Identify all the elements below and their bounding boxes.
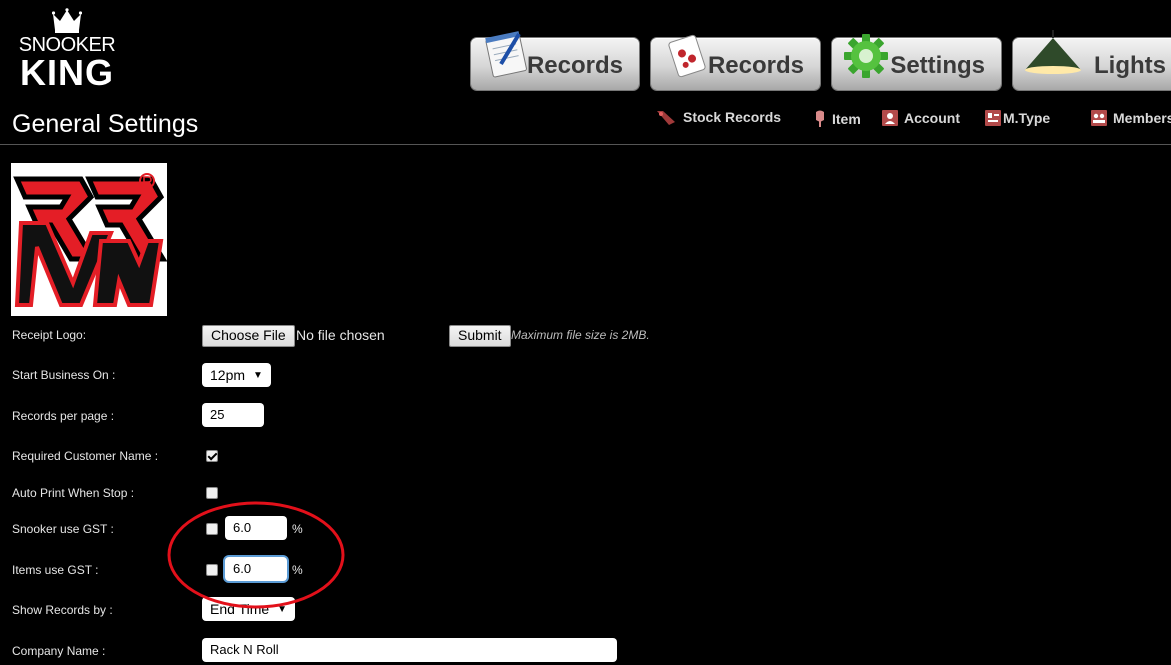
- subnav-members[interactable]: Members: [1091, 110, 1171, 126]
- subnav-label: Item: [832, 111, 861, 127]
- records-per-page-input[interactable]: 25: [202, 403, 264, 427]
- chevron-down-icon: ▼: [253, 369, 263, 381]
- subnav-label: Stock Records: [683, 109, 782, 125]
- cards-icon: [668, 34, 706, 78]
- required-customer-label: Required Customer Name :: [12, 449, 159, 463]
- subnav-item[interactable]: Item: [814, 110, 861, 128]
- brand-logo: SNOOKER KING: [14, 8, 120, 93]
- tab-label: Lights: [1094, 52, 1166, 79]
- subnav-mtype[interactable]: M.Type: [985, 110, 1050, 126]
- subnav-label: Members: [1113, 110, 1171, 126]
- account-icon: [882, 110, 898, 126]
- auto-print-checkbox[interactable]: [206, 487, 218, 499]
- tab-label: Settings: [890, 52, 985, 79]
- file-size-hint: Maximum file size is 2MB.: [511, 328, 650, 342]
- tab-label: Records: [526, 52, 623, 79]
- brand-line2: KING: [20, 52, 114, 93]
- gear-icon: [844, 34, 888, 78]
- tab-records[interactable]: Records: [471, 31, 639, 90]
- show-records-label: Show Records by :: [12, 603, 113, 617]
- annotation-ellipse: [167, 501, 345, 609]
- subnav-label: M.Type: [1003, 110, 1051, 126]
- choose-file-button[interactable]: Choose File: [202, 325, 295, 347]
- tab-records-2[interactable]: Records: [651, 34, 820, 90]
- records-per-page-label: Records per page :: [12, 409, 115, 423]
- no-file-text: No file chosen: [296, 327, 385, 343]
- start-business-select[interactable]: 12pm ▼: [202, 363, 271, 387]
- title-divider: [0, 144, 1171, 145]
- card-icon: [985, 110, 1001, 126]
- company-name-label: Company Name :: [12, 644, 106, 658]
- snooker-gst-label: Snooker use GST :: [12, 522, 114, 536]
- tab-settings[interactable]: Settings: [832, 34, 1001, 90]
- required-customer-checkbox[interactable]: [206, 450, 218, 462]
- auto-print-label: Auto Print When Stop :: [12, 486, 135, 500]
- subnav-account[interactable]: Account: [882, 110, 960, 126]
- tab-lights[interactable]: Lights: [1013, 30, 1171, 90]
- page-title: General Settings: [12, 110, 199, 138]
- members-icon: [1091, 110, 1107, 126]
- tab-label: Records: [707, 52, 804, 79]
- stock-icon: [657, 111, 675, 125]
- company-name-input[interactable]: Rack N Roll: [202, 638, 617, 662]
- submit-button[interactable]: Submit: [449, 325, 511, 347]
- receipt-logo-label: Receipt Logo:: [12, 328, 87, 342]
- select-value: 12pm: [210, 367, 246, 383]
- subnav-label: Account: [904, 110, 960, 126]
- receipt-logo-image: [11, 163, 168, 316]
- pin-icon: [816, 110, 824, 127]
- subnav-stock-records[interactable]: Stock Records: [655, 108, 781, 126]
- start-business-label: Start Business On :: [12, 368, 116, 382]
- crown-icon: [52, 8, 82, 33]
- lamp-icon: [1025, 30, 1081, 74]
- items-gst-label: Items use GST :: [12, 563, 99, 577]
